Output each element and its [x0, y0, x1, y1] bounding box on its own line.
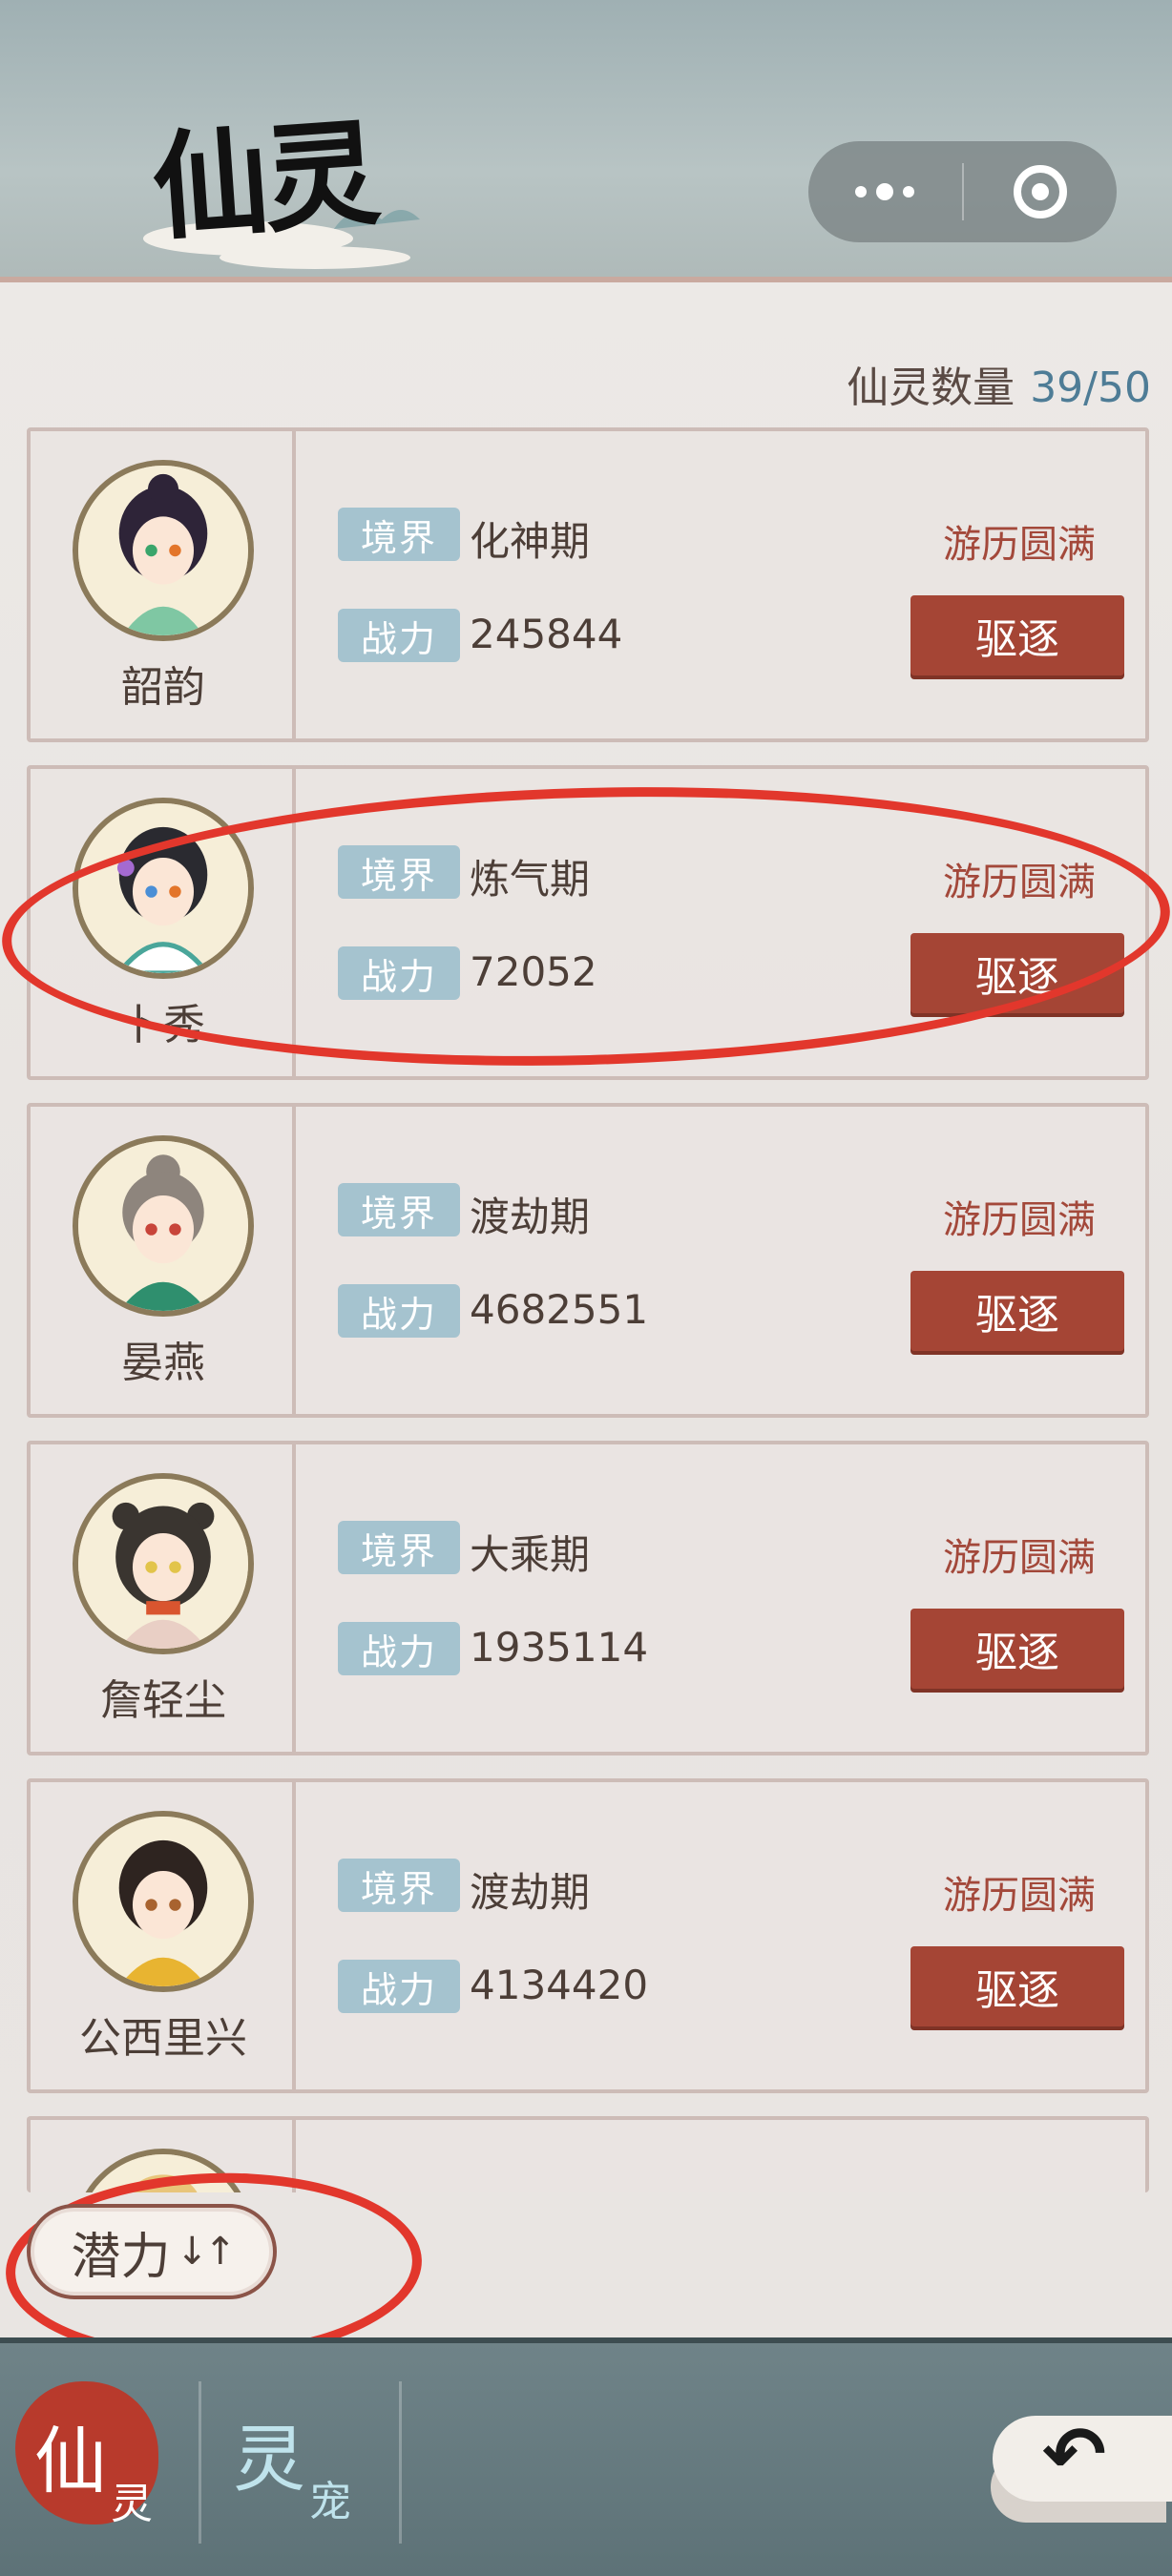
realm-value: 大乘期 [470, 1531, 591, 1578]
page-title: 仙灵 [148, 104, 379, 257]
close-button[interactable] [964, 141, 1118, 242]
power-tag: 战力 [338, 946, 460, 1000]
tab-divider [199, 2381, 201, 2544]
travel-status: 游历圆满 [943, 1874, 1096, 1918]
avatar-cell: 晏燕 [31, 1107, 296, 1414]
power-tag: 战力 [338, 1622, 460, 1675]
realm-tag: 境界 [338, 508, 460, 561]
avatar-cell: 韶韵 [31, 431, 296, 738]
avatar-cell [31, 2120, 296, 2192]
avatar[interactable] [73, 1811, 254, 1992]
expel-button[interactable]: 驱逐 [910, 1946, 1124, 2026]
spirit-card-partial[interactable] [27, 2116, 1149, 2192]
spirit-name: 詹轻尘 [100, 1676, 226, 1725]
spirit-card[interactable]: 詹轻尘 境界 大乘期 战力 1935114 游历圆满 驱逐 [27, 1441, 1149, 1755]
miniprogram-capsule [808, 141, 1117, 242]
realm-tag: 境界 [338, 845, 460, 899]
spirit-name: 卜秀 [121, 1001, 205, 1049]
spirit-card[interactable]: 晏燕 境界 渡劫期 战力 4682551 游历圆满 驱逐 [27, 1103, 1149, 1418]
avatar[interactable] [73, 460, 254, 641]
spirit-list: 韶韵 境界 化神期 战力 245844 游历圆满 驱逐 卜秀 境界 炼气期 战力… [27, 427, 1149, 2215]
power-tag: 战力 [338, 1284, 460, 1338]
spirit-card[interactable]: 韶韵 境界 化神期 战力 245844 游历圆满 驱逐 [27, 427, 1149, 742]
spirit-card[interactable]: 公西里兴 境界 渡劫期 战力 4134420 游历圆满 驱逐 [27, 1778, 1149, 2093]
power-value: 1935114 [470, 1624, 649, 1671]
travel-status: 游历圆满 [943, 1536, 1096, 1580]
tab-xianling-big: 仙 [34, 2419, 107, 2503]
travel-status: 游历圆满 [943, 1198, 1096, 1242]
avatar-cell: 公西里兴 [31, 1782, 296, 2089]
sort-potential-button[interactable]: 潜力 ↓↑ [27, 2204, 277, 2299]
tab-xianling[interactable]: 仙 灵 [15, 2381, 168, 2534]
avatar-cell: 詹轻尘 [31, 1444, 296, 1752]
back-button[interactable]: ↶ [973, 2400, 1172, 2524]
spirit-card[interactable]: 卜秀 境界 炼气期 战力 72052 游历圆满 驱逐 [27, 765, 1149, 1080]
spirit-count: 仙灵数量 39/50 [847, 353, 1151, 414]
power-value: 72052 [470, 948, 597, 995]
spirit-name: 韶韵 [121, 663, 205, 712]
more-dots-icon [855, 183, 915, 200]
travel-status: 游历圆满 [943, 523, 1096, 567]
expel-button[interactable]: 驱逐 [910, 933, 1124, 1013]
tab-lingchong-big: 灵 [233, 2417, 305, 2502]
power-value: 4134420 [470, 1962, 649, 2008]
power-tag: 战力 [338, 1960, 460, 2013]
power-value: 245844 [470, 611, 623, 657]
sort-arrows-icon: ↓↑ [176, 2230, 236, 2274]
travel-status: 游历圆满 [943, 861, 1096, 904]
avatar[interactable] [73, 1135, 254, 1317]
expel-button[interactable]: 驱逐 [910, 595, 1124, 675]
tab-divider [399, 2381, 402, 2544]
spirit-name: 公西里兴 [79, 2014, 247, 2063]
realm-value: 渡劫期 [470, 1869, 591, 1916]
power-tag: 战力 [338, 609, 460, 662]
realm-value: 化神期 [470, 518, 591, 565]
realm-tag: 境界 [338, 1183, 460, 1236]
realm-value: 渡劫期 [470, 1194, 591, 1240]
sort-label: 潜力 [71, 2228, 171, 2286]
tab-lingchong[interactable]: 灵 宠 [221, 2400, 393, 2534]
tab-lingchong-small: 宠 [309, 2478, 351, 2526]
expel-button[interactable]: 驱逐 [910, 1609, 1124, 1689]
back-arrow-icon: ↶ [1042, 2410, 1107, 2499]
spirit-count-value: 39/50 [1030, 364, 1151, 412]
avatar[interactable] [73, 798, 254, 979]
target-circle-icon [1013, 165, 1067, 218]
power-value: 4682551 [470, 1286, 649, 1333]
realm-tag: 境界 [338, 1521, 460, 1574]
avatar-cell: 卜秀 [31, 769, 296, 1076]
expel-button[interactable]: 驱逐 [910, 1271, 1124, 1351]
avatar[interactable] [73, 2149, 254, 2192]
spirit-name: 晏燕 [121, 1339, 205, 1387]
realm-value: 炼气期 [470, 856, 591, 903]
spirit-count-label: 仙灵数量 [847, 364, 1015, 412]
bottom-nav: 仙 灵 灵 宠 ↶ [0, 2337, 1172, 2576]
tab-xianling-small: 灵 [111, 2480, 153, 2528]
avatar[interactable] [73, 1473, 254, 1654]
more-button[interactable] [808, 141, 962, 242]
realm-tag: 境界 [338, 1859, 460, 1912]
